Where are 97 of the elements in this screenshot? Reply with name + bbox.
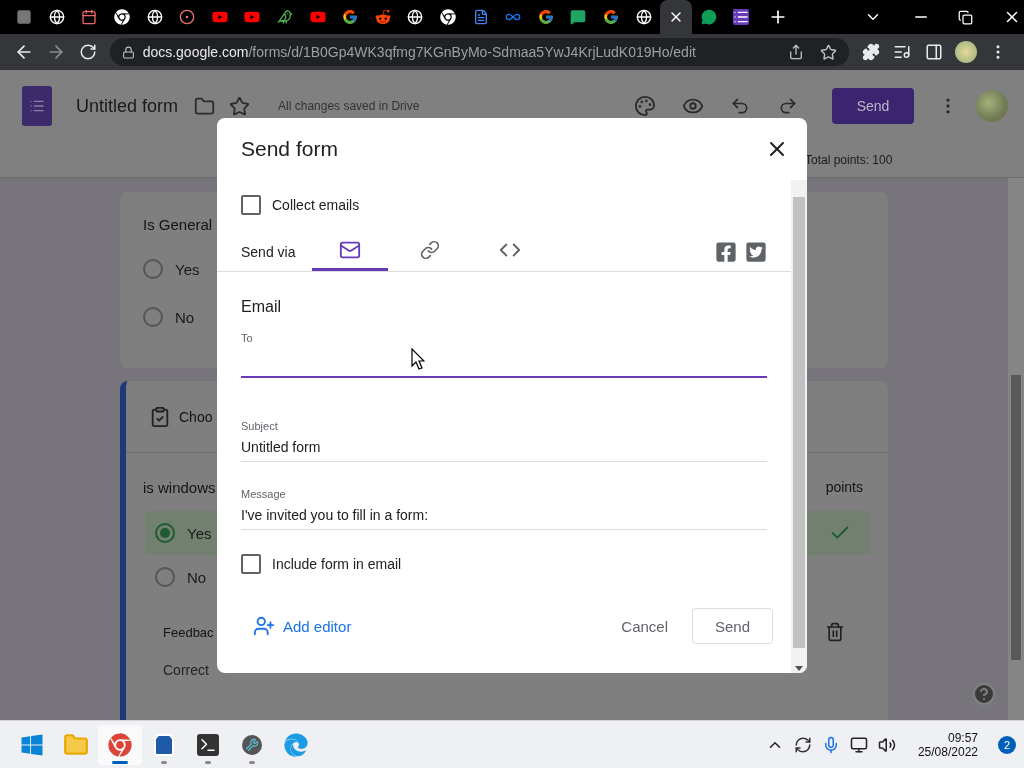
facebook-icon	[715, 240, 737, 263]
side-panel-icon[interactable]	[925, 43, 944, 61]
star-icon[interactable]	[229, 95, 251, 117]
option-label: Yes	[175, 260, 200, 278]
redo-icon[interactable]	[778, 96, 798, 116]
radio-button[interactable]	[143, 259, 163, 279]
windows-icon	[20, 732, 44, 757]
question-type: Choo	[179, 408, 213, 425]
field-label: To	[241, 332, 254, 344]
chrome-icon	[440, 9, 456, 25]
store-icon	[152, 732, 176, 757]
link-icon	[420, 240, 440, 260]
edge-icon	[284, 732, 308, 757]
calendar-icon	[81, 9, 98, 25]
bird-icon	[277, 9, 294, 25]
chat-bubble-icon	[700, 9, 717, 25]
wrench-icon	[242, 734, 262, 755]
checkbox[interactable]	[241, 195, 261, 215]
save-status: All changes saved in Drive	[278, 99, 420, 113]
google-icon	[342, 9, 359, 25]
field-label: Subject	[241, 420, 279, 432]
clipboard-check-icon	[149, 405, 171, 428]
checkbox-label: Include form in email	[272, 556, 402, 572]
radio-button[interactable]	[143, 307, 163, 327]
undo-icon[interactable]	[730, 96, 750, 116]
notification-badge[interactable]: 2	[998, 735, 1016, 754]
trash-icon[interactable]	[825, 622, 845, 642]
radio-button[interactable]	[155, 523, 175, 543]
send-via-label: Send via	[241, 243, 297, 260]
option-label: No	[187, 568, 207, 586]
globe-icon	[146, 9, 163, 25]
radio-button[interactable]	[155, 567, 175, 587]
sync-icon[interactable]	[793, 735, 812, 754]
send-button[interactable]: Send	[832, 88, 914, 124]
palette-icon[interactable]	[634, 95, 656, 117]
reload-icon[interactable]	[78, 43, 97, 61]
section-title: Email	[241, 298, 282, 316]
checkbox-label: Collect emails	[272, 197, 360, 213]
checkbox[interactable]	[241, 554, 261, 574]
question-text: is windows	[143, 478, 216, 496]
subject-field[interactable]: Untitled form	[241, 432, 767, 462]
play-icon	[309, 9, 326, 25]
list-icon	[733, 9, 750, 25]
record-icon	[179, 9, 196, 25]
taskbar-app[interactable]	[98, 724, 142, 765]
twitter-icon	[745, 240, 767, 263]
folder-icon[interactable]	[194, 95, 216, 117]
play-icon	[211, 9, 228, 25]
share-icon[interactable]	[787, 44, 804, 60]
chrome-icon	[108, 732, 132, 757]
mail-icon	[339, 239, 361, 261]
globe-icon	[48, 9, 65, 25]
globe-icon	[635, 9, 652, 25]
scroll-down-icon[interactable]	[795, 666, 803, 671]
terminal-icon	[197, 733, 219, 756]
url-text: docs.google.com/forms/d/1B0Gp4WK3qfmg7KGnByMo-Sdmaa5YwJ4KrjLudK019Ho/edit	[142, 44, 697, 60]
option-label: Yes	[187, 524, 212, 542]
folder-icon	[63, 731, 89, 758]
add-person-icon	[253, 615, 275, 637]
puzzle-icon[interactable]	[861, 43, 880, 61]
field-label: Message	[241, 488, 287, 500]
feedback-text: Correct	[163, 662, 209, 678]
address-bar[interactable]: docs.google.com/forms/d/1B0Gp4WK3qfmg7KGnByMo-Sdmaa5YwJ4KrjLudK019Ho/edit	[109, 38, 849, 66]
points-label: points	[825, 479, 863, 495]
dialog-title: Send form	[241, 137, 338, 161]
help-icon[interactable]	[972, 682, 996, 706]
question-text: Is General	[143, 216, 214, 233]
total-points: Total points: 100	[805, 152, 893, 167]
cancel-button[interactable]: Cancel	[613, 609, 676, 643]
play-icon	[244, 9, 261, 25]
clock[interactable]: 09:57 25/08/2022	[917, 730, 978, 759]
google-icon	[537, 9, 554, 25]
form-title: Untitled form	[76, 95, 179, 117]
profile-avatar[interactable]	[955, 41, 978, 63]
globe-icon	[407, 9, 424, 25]
bookmark-icon[interactable]	[819, 43, 837, 61]
add-editor-button[interactable]: Add editor	[253, 615, 352, 637]
browser-tab[interactable]	[659, 0, 693, 34]
lock-icon	[121, 45, 135, 59]
forms-icon	[22, 86, 52, 126]
scrollbar-thumb[interactable]	[793, 197, 805, 648]
scrollbar-thumb[interactable]	[1011, 375, 1021, 660]
google-icon	[603, 9, 619, 25]
media-list-icon[interactable]	[893, 43, 912, 61]
volume-icon[interactable]	[877, 735, 896, 754]
chrome-icon	[114, 9, 131, 25]
option-label: No	[175, 308, 195, 326]
document-icon	[472, 9, 489, 25]
square-icon	[16, 9, 33, 25]
network-icon[interactable]	[849, 735, 868, 754]
send-button[interactable]: Send	[692, 608, 773, 644]
chat-icon	[570, 9, 587, 25]
cursor-icon	[411, 348, 425, 370]
restore-icon[interactable]	[957, 9, 973, 25]
alien-icon	[374, 9, 391, 25]
feedback-label: Feedbac	[163, 624, 214, 640]
message-field[interactable]: I've invited you to fill in a form:	[241, 500, 767, 530]
